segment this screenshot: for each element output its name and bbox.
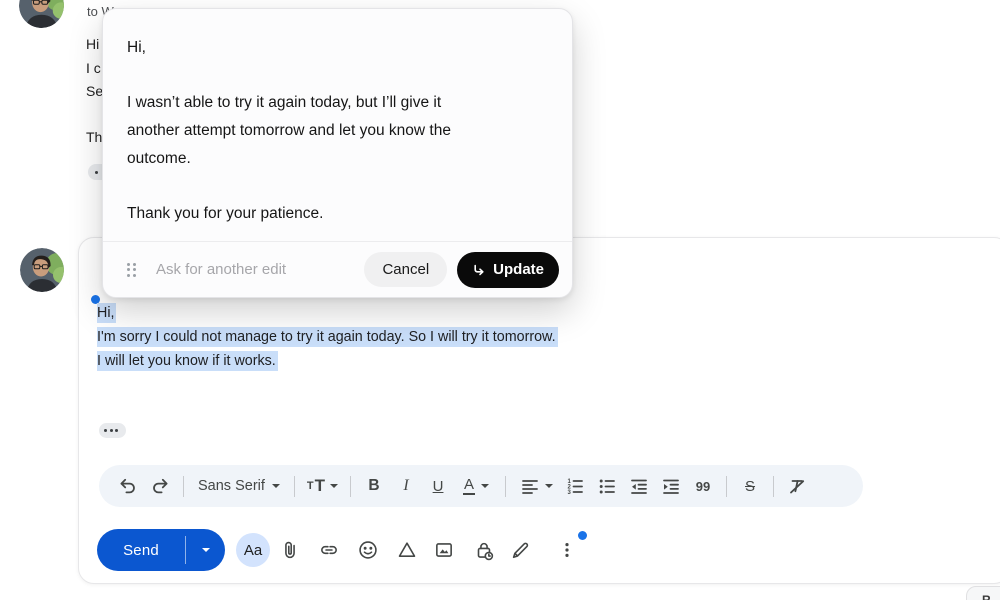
- update-label: Update: [493, 261, 544, 278]
- bottom-right-partial-button[interactable]: R: [966, 586, 1000, 600]
- insert-arrow-icon: [472, 263, 486, 277]
- partial-label: R: [982, 593, 991, 600]
- suggestion-body-line: I wasn’t able to try it again today, but…: [127, 89, 548, 117]
- emoji-icon: [357, 539, 379, 561]
- text-color-icon: A: [463, 478, 475, 495]
- undo-button[interactable]: [113, 471, 143, 501]
- previous-message-line: Se: [86, 83, 103, 99]
- indent-less-button[interactable]: [624, 471, 654, 501]
- indent-more-icon: [661, 476, 681, 496]
- chevron-down-icon: [272, 484, 280, 488]
- strikethrough-button[interactable]: S: [735, 471, 765, 501]
- suggestion-body: I wasn’t able to try it again today, but…: [127, 89, 548, 173]
- draft-line: I will let you know if it works.: [97, 349, 558, 373]
- undo-icon: [118, 476, 138, 496]
- link-icon: [318, 539, 340, 561]
- quote-button[interactable]: 99: [688, 471, 718, 501]
- chevron-down-icon: [202, 548, 210, 552]
- italic-button[interactable]: I: [391, 471, 421, 501]
- suggestion-closing: Thank you for your patience.: [127, 200, 548, 228]
- indent-more-button[interactable]: [656, 471, 686, 501]
- confidential-mode-button[interactable]: [467, 533, 501, 567]
- bulleted-list-icon: [597, 476, 617, 496]
- selected-text: I will let you know if it works.: [97, 351, 278, 371]
- size-icon-small: T: [307, 480, 314, 492]
- dot: [104, 429, 107, 432]
- ai-edit-popup: Hi, I wasn’t able to try it again today,…: [102, 8, 573, 298]
- align-button[interactable]: [514, 471, 558, 501]
- chevron-down-icon: [545, 484, 553, 488]
- cancel-button[interactable]: Cancel: [364, 252, 447, 287]
- selected-text: I'm sorry I could not manage to try it a…: [97, 327, 558, 347]
- image-icon: [433, 539, 455, 561]
- insert-photo-button[interactable]: [427, 533, 461, 567]
- toolbar-divider: [773, 476, 774, 497]
- suggested-text: Hi, I wasn’t able to try it again today,…: [127, 34, 548, 228]
- chevron-down-icon: [481, 484, 489, 488]
- drag-handle-icon[interactable]: [127, 263, 136, 277]
- sender-avatar-reply[interactable]: [20, 248, 64, 292]
- gmail-compose-screen: to Wa Hi I c Se Th .trim-pill i{width:3p…: [0, 0, 1000, 600]
- more-vertical-icon: [557, 539, 577, 561]
- previous-message-line: I c: [86, 60, 101, 76]
- font-family-menu[interactable]: Sans Serif: [192, 471, 286, 501]
- chevron-down-icon: [330, 484, 338, 488]
- numbered-list-button[interactable]: 123: [560, 471, 590, 501]
- sender-avatar-top[interactable]: [19, 0, 64, 28]
- send-button[interactable]: Send: [97, 529, 185, 571]
- font-size-menu[interactable]: T T: [303, 471, 342, 501]
- popup-footer: Cancel Update: [103, 242, 572, 297]
- insert-emoji-button[interactable]: [351, 533, 385, 567]
- signature-button[interactable]: [503, 533, 537, 567]
- notification-dot: [578, 531, 587, 540]
- paperclip-icon: [279, 539, 301, 561]
- align-left-icon: [520, 476, 540, 496]
- bulleted-list-button[interactable]: [592, 471, 622, 501]
- numbered-list-icon: 123: [565, 476, 585, 496]
- dot: [110, 429, 113, 432]
- toolbar-divider: [726, 476, 727, 497]
- draft-line: I'm sorry I could not manage to try it a…: [97, 325, 558, 349]
- indent-less-icon: [629, 476, 649, 496]
- redo-icon: [150, 476, 170, 496]
- pen-icon: [509, 539, 531, 561]
- font-family-label: Sans Serif: [198, 478, 265, 494]
- toolbar-divider: [350, 476, 351, 497]
- show-trimmed-content-button[interactable]: [99, 423, 126, 438]
- suggestion-body-line: outcome.: [127, 145, 548, 173]
- bold-button[interactable]: B: [359, 471, 389, 501]
- underline-button[interactable]: U: [423, 471, 453, 501]
- insert-from-drive-button[interactable]: [390, 533, 424, 567]
- draft-line: Hi,: [97, 301, 558, 325]
- suggestion-body-line: another attempt tomorrow and let you kno…: [127, 117, 548, 145]
- formatting-options-toggle[interactable]: Aa: [236, 533, 270, 567]
- text-color-button[interactable]: A: [455, 471, 497, 501]
- suggestion-greeting: Hi,: [127, 34, 548, 62]
- remove-formatting-icon: [787, 476, 807, 496]
- remove-formatting-button[interactable]: [782, 471, 812, 501]
- previous-message-line: Th: [86, 129, 102, 145]
- toolbar-divider: [183, 476, 184, 497]
- previous-message-line: Hi: [86, 36, 99, 52]
- message-body-editor[interactable]: Hi, I'm sorry I could not manage to try …: [97, 301, 558, 373]
- attach-files-button[interactable]: [273, 533, 307, 567]
- redo-button[interactable]: [145, 471, 175, 501]
- formatting-toolbar: Sans Serif T T B I U A 123: [99, 465, 863, 507]
- drive-icon: [396, 539, 418, 561]
- dot: [95, 171, 98, 174]
- send-options-button[interactable]: [186, 529, 225, 571]
- update-button[interactable]: Update: [457, 252, 559, 288]
- selected-text: Hi,: [97, 303, 116, 323]
- toolbar-divider: [505, 476, 506, 497]
- ai-edit-input[interactable]: [156, 261, 364, 278]
- svg-text:3: 3: [568, 490, 572, 496]
- insert-link-button[interactable]: [312, 533, 346, 567]
- size-icon-large: T: [315, 476, 325, 496]
- dot: [115, 429, 118, 432]
- send-button-split: Send: [97, 529, 225, 571]
- toolbar-divider: [294, 476, 295, 497]
- lock-clock-icon: [473, 539, 495, 561]
